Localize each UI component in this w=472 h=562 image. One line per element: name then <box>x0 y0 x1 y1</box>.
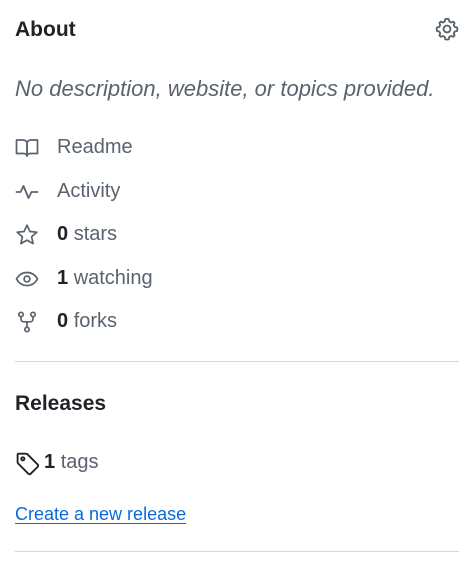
readme-link[interactable]: Readme <box>15 134 315 162</box>
stars-label: stars <box>73 223 118 245</box>
tags-label: tags <box>60 451 99 473</box>
about-header: About <box>15 14 460 48</box>
tags-count: 1 <box>44 451 56 473</box>
releases-title[interactable]: Releases <box>15 392 106 416</box>
forks-label: forks <box>73 310 118 332</box>
section-divider <box>15 361 459 362</box>
forks-link[interactable]: 0 forks <box>15 308 315 336</box>
forks-count: 0 <box>57 310 69 332</box>
star-icon <box>15 223 39 247</box>
book-icon <box>15 136 39 160</box>
watching-count: 1 <box>57 267 69 289</box>
pulse-icon <box>15 180 39 204</box>
eye-icon <box>15 267 39 291</box>
stars-link[interactable]: 0 stars <box>15 221 315 249</box>
watching-link[interactable]: 1 watching <box>15 265 315 293</box>
fork-icon <box>15 310 39 334</box>
stars-count: 0 <box>57 223 69 245</box>
repo-description: No description, website, or topics provi… <box>15 76 435 101</box>
watching-label: watching <box>73 267 153 289</box>
activity-label: Activity <box>57 180 121 202</box>
tag-icon <box>15 451 40 476</box>
create-release-link[interactable]: Create a new release <box>15 504 186 525</box>
gear-icon[interactable] <box>434 16 460 42</box>
section-divider-bottom <box>15 551 459 552</box>
about-sidebar: About No description, website, or topics… <box>0 0 472 562</box>
readme-label: Readme <box>57 136 133 158</box>
activity-link[interactable]: Activity <box>15 178 315 206</box>
tags-link[interactable]: 1 tags <box>15 449 215 477</box>
about-title: About <box>15 18 76 41</box>
